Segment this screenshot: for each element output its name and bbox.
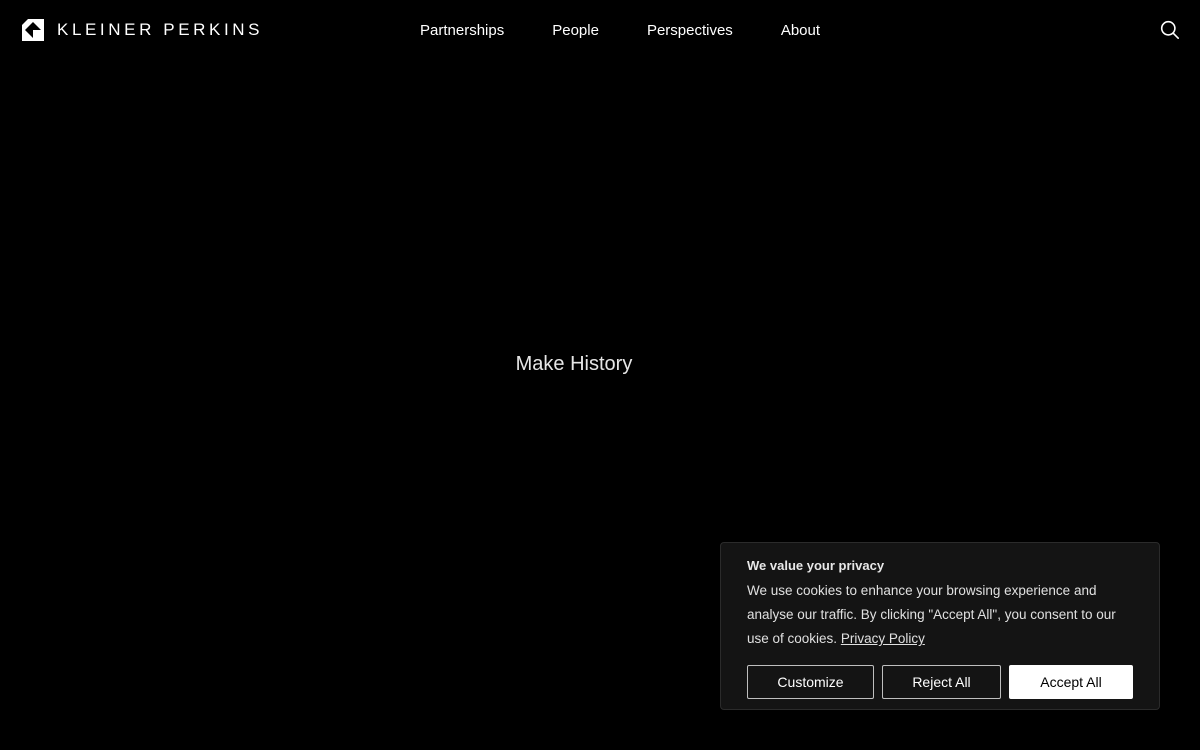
customize-button[interactable]: Customize [747,665,874,699]
logo-text: KLEINER PERKINS [57,20,264,39]
site-header: KLEINER PERKINS Partnerships People Pers… [0,0,1200,62]
search-button[interactable] [1160,20,1180,40]
search-icon [1160,20,1180,40]
cookie-banner-actions: Customize Reject All Accept All [747,665,1133,699]
privacy-policy-link[interactable]: Privacy Policy [841,631,925,646]
cookie-banner-body: We use cookies to enhance your browsing … [747,583,1116,646]
nav-item-partnerships[interactable]: Partnerships [420,21,504,41]
nav-item-about[interactable]: About [781,21,820,41]
accept-all-button[interactable]: Accept All [1009,665,1133,699]
cookie-banner: We value your privacy We use cookies to … [720,542,1160,710]
main-nav: Partnerships People Perspectives About [420,21,820,41]
nav-item-people[interactable]: People [552,21,599,41]
reject-all-button[interactable]: Reject All [882,665,1001,699]
kleiner-perkins-logo-icon [22,19,44,41]
cookie-banner-title: We value your privacy [747,558,885,573]
hero-title: Make History [515,353,633,375]
nav-item-perspectives[interactable]: Perspectives [647,21,733,41]
cookie-banner-text: We use cookies to enhance your browsing … [747,579,1139,651]
page: KLEINER PERKINS Partnerships People Pers… [0,0,1200,750]
logo-link[interactable]: KLEINER PERKINS [22,19,263,41]
